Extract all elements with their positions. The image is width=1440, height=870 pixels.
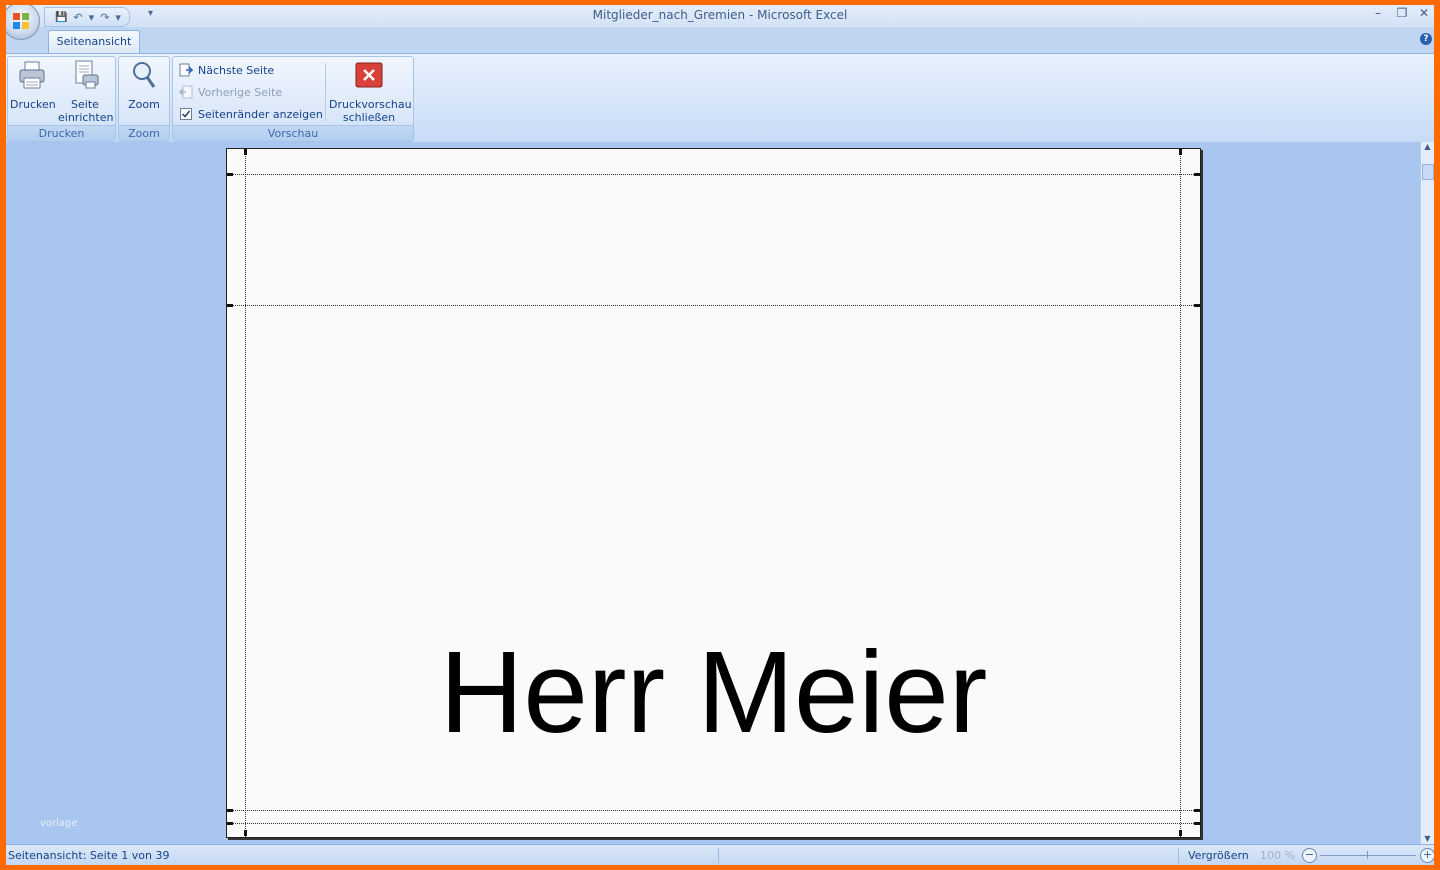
show-margins-checkbox[interactable]: Seitenränder anzeigen <box>179 105 323 123</box>
zoom-in-icon[interactable]: + <box>1420 848 1434 863</box>
print-label: Drucken <box>10 98 56 111</box>
preview-page[interactable]: Herr Meier <box>226 148 1201 838</box>
margin-line-top[interactable] <box>227 305 1200 306</box>
scroll-thumb[interactable] <box>1422 164 1434 180</box>
scroll-down-icon[interactable]: ▼ <box>1422 834 1433 844</box>
page-setup-button[interactable]: Seite einrichten <box>58 59 114 124</box>
prev-page-button[interactable]: Vorherige Seite <box>179 83 282 101</box>
margin-handle[interactable] <box>1179 830 1182 836</box>
margin-handle[interactable] <box>1194 304 1200 307</box>
margin-line-footer[interactable] <box>227 823 1200 824</box>
zoom-out-icon[interactable]: − <box>1302 848 1317 863</box>
status-bar: Seitenansicht: Seite 1 von 39 Vergrößern… <box>6 844 1434 865</box>
zoom-level-text[interactable]: 100 % <box>1260 849 1295 862</box>
print-button[interactable]: Drucken <box>10 59 56 111</box>
restore-button[interactable]: ❐ <box>1390 5 1414 23</box>
margin-handle[interactable] <box>1194 822 1200 825</box>
margin-handle[interactable] <box>1179 149 1182 155</box>
cell-text-name: Herr Meier <box>439 627 988 757</box>
status-divider <box>718 848 719 863</box>
tab-seitenansicht[interactable]: Seitenansicht <box>48 30 140 53</box>
window-title: Mitglieder_nach_Gremien - Microsoft Exce… <box>592 8 848 22</box>
close-window-button[interactable]: ✕ <box>1412 5 1434 23</box>
close-preview-label-2: schließen <box>342 111 396 124</box>
group-zoom: Zoom Zoom <box>118 56 170 142</box>
redo-dropdown-icon[interactable]: ▾ <box>113 11 123 24</box>
magnifier-icon <box>133 62 156 88</box>
zoom-status-button[interactable]: Vergrößern <box>1188 849 1249 862</box>
save-icon[interactable]: 💾 <box>53 12 69 23</box>
ribbon: Drucken Seite einrichten Drucken Zoom Zo… <box>6 53 1434 143</box>
status-page-info: Seitenansicht: Seite 1 von 39 <box>8 849 170 862</box>
title-bar: Mitglieder_nach_Gremien - Microsoft Exce… <box>6 5 1434 27</box>
margin-handle[interactable] <box>244 830 247 836</box>
redo-icon[interactable]: ↷ <box>98 11 111 24</box>
next-page-button[interactable]: Nächste Seite <box>179 61 274 79</box>
excel-window: Mitglieder_nach_Gremien - Microsoft Exce… <box>6 5 1434 865</box>
margin-handle[interactable] <box>1194 809 1200 812</box>
zoom-label: Zoom <box>128 98 160 111</box>
scroll-up-icon[interactable]: ▲ <box>1422 142 1433 152</box>
printer-icon <box>19 61 45 89</box>
margin-line-bottom[interactable] <box>227 810 1200 811</box>
margin-handle[interactable] <box>244 149 247 155</box>
prev-page-label: Vorherige Seite <box>198 85 283 99</box>
margin-handle[interactable] <box>227 809 233 812</box>
status-divider <box>1178 848 1179 863</box>
margin-line-header[interactable] <box>227 174 1200 175</box>
customize-qat-icon[interactable]: ▾ <box>148 8 153 19</box>
undo-icon[interactable]: ↶ <box>71 11 84 24</box>
zoom-button[interactable]: Zoom <box>121 59 167 111</box>
minimize-button[interactable]: – <box>1366 5 1390 23</box>
group-label-vorschau: Vorschau <box>173 125 413 141</box>
margin-handle[interactable] <box>227 173 233 176</box>
next-page-icon <box>179 63 193 77</box>
group-label-zoom: Zoom <box>119 125 169 141</box>
margin-handle[interactable] <box>227 304 233 307</box>
checkbox-checked-icon[interactable] <box>179 107 193 121</box>
group-vorschau: Nächste Seite Vorherige Seite Seitenränd… <box>172 56 414 142</box>
next-page-label: Nächste Seite <box>198 63 275 77</box>
quick-access-toolbar: 💾 ↶ ▾ ↷ ▾ <box>44 7 130 27</box>
office-logo-icon <box>13 13 29 29</box>
margin-handle[interactable] <box>227 822 233 825</box>
close-preview-button[interactable]: Druckvorschau schließen <box>329 59 412 124</box>
previous-page-icon <box>179 85 193 99</box>
undo-dropdown-icon[interactable]: ▾ <box>87 11 97 24</box>
watermark-text: vorlage <box>40 818 78 829</box>
ribbon-tabs: Seitenansicht ? <box>6 27 1434 53</box>
ribbon-separator <box>325 63 326 121</box>
group-drucken: Drucken Seite einrichten Drucken <box>7 56 116 142</box>
group-label-drucken: Drucken <box>8 125 115 141</box>
close-preview-icon <box>355 62 383 88</box>
vertical-scrollbar[interactable]: ▲ ▼ <box>1420 142 1434 844</box>
page-setup-label-2: einrichten <box>58 111 114 124</box>
zoom-slider[interactable] <box>1320 855 1416 856</box>
close-preview-label-1: Druckvorschau <box>329 98 412 111</box>
margin-handle[interactable] <box>1194 173 1200 176</box>
help-icon[interactable]: ? <box>1420 33 1432 45</box>
page-setup-icon <box>75 60 99 89</box>
page-setup-label-1: Seite <box>71 98 99 111</box>
show-margins-label: Seitenränder anzeigen <box>198 107 323 121</box>
zoom-slider-thumb[interactable] <box>1367 851 1368 859</box>
